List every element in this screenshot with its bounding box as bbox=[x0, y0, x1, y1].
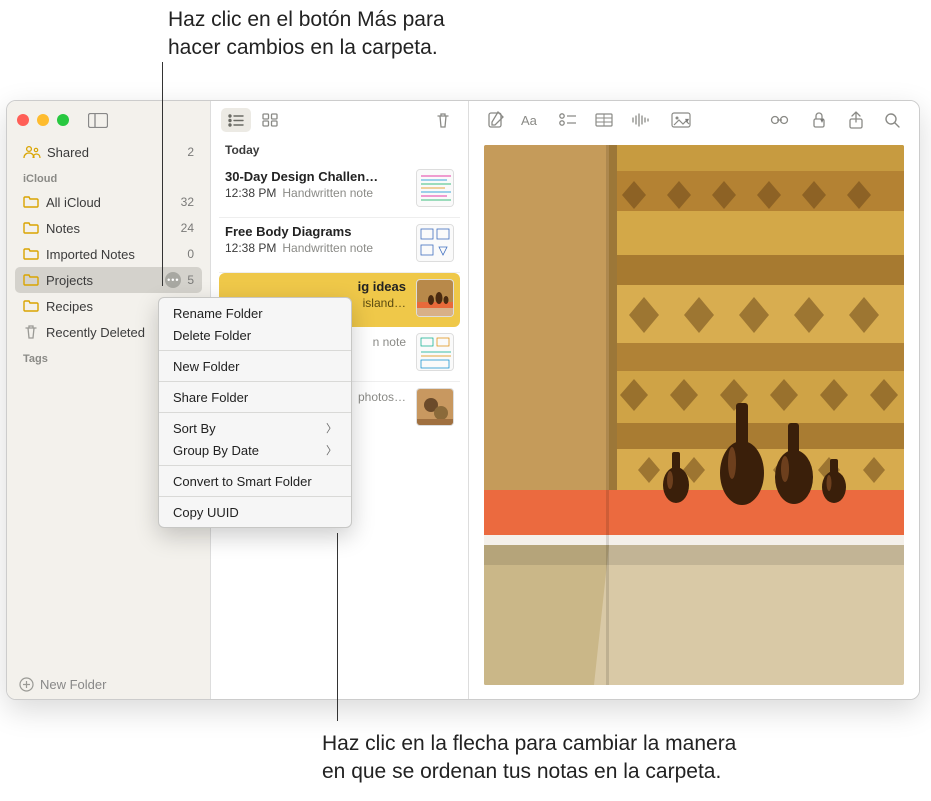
folder-context-menu: Rename Folder Delete Folder New Folder S… bbox=[158, 297, 352, 528]
compose-icon[interactable] bbox=[479, 108, 513, 132]
sidebar-item-projects[interactable]: Projects ••• 5 bbox=[15, 267, 202, 293]
sidebar-item-count: 5 bbox=[187, 273, 194, 287]
new-folder-label: New Folder bbox=[40, 677, 106, 692]
sidebar-toggle-icon[interactable] bbox=[88, 113, 108, 128]
sidebar-item-all-icloud[interactable]: All iCloud 32 bbox=[15, 189, 202, 215]
ctx-separator bbox=[159, 350, 351, 351]
zoom-window-button[interactable] bbox=[57, 114, 69, 126]
sidebar-item-count: 0 bbox=[187, 247, 194, 261]
callout-line-bottom bbox=[337, 533, 338, 721]
callout-top-text: Haz clic en el botón Más para hacer camb… bbox=[168, 6, 445, 63]
trash-icon bbox=[23, 324, 39, 340]
folder-icon bbox=[23, 196, 39, 208]
ctx-copy-uuid[interactable]: Copy UUID bbox=[159, 501, 351, 523]
ctx-separator bbox=[159, 381, 351, 382]
ctx-delete-folder[interactable]: Delete Folder bbox=[159, 324, 351, 346]
media-wave-icon[interactable] bbox=[623, 108, 657, 132]
close-window-button[interactable] bbox=[17, 114, 29, 126]
window-controls bbox=[17, 114, 69, 126]
sidebar-item-notes[interactable]: Notes 24 bbox=[15, 215, 202, 241]
ctx-rename-folder[interactable]: Rename Folder bbox=[159, 302, 351, 324]
sidebar-section-icloud: iCloud bbox=[15, 165, 202, 189]
share-icon[interactable] bbox=[839, 108, 873, 132]
more-icon[interactable]: ••• bbox=[165, 272, 181, 288]
note-title: 30-Day Design Challen… bbox=[225, 169, 406, 184]
chevron-down-icon: ▾ bbox=[820, 116, 824, 125]
app-window: Shared 2 iCloud All iCloud 32 Notes 24 I… bbox=[6, 100, 920, 700]
sidebar-item-count: 2 bbox=[187, 145, 194, 159]
svg-text:Aa: Aa bbox=[521, 113, 538, 128]
shared-icon bbox=[23, 145, 41, 159]
chevron-right-icon: 〉 bbox=[326, 420, 337, 436]
lock-icon[interactable]: ▾ bbox=[799, 108, 837, 132]
notes-list-toolbar bbox=[211, 101, 468, 139]
callout-line-top bbox=[162, 62, 163, 286]
note-editor-pane: Aa ▾ ▾ bbox=[469, 101, 919, 699]
sidebar-footer-new-folder[interactable]: New Folder bbox=[7, 669, 210, 699]
titlebar-left bbox=[7, 101, 210, 139]
link-icon[interactable] bbox=[763, 108, 797, 132]
ctx-convert-smart-folder[interactable]: Convert to Smart Folder bbox=[159, 470, 351, 492]
sidebar-item-label: Recently Deleted bbox=[46, 325, 145, 340]
minimize-window-button[interactable] bbox=[37, 114, 49, 126]
note-thumbnail bbox=[416, 388, 454, 426]
note-thumbnail bbox=[416, 169, 454, 207]
note-subtitle: 12:38 PMHandwritten note bbox=[225, 186, 406, 200]
sidebar-item-label: Imported Notes bbox=[46, 247, 135, 262]
delete-note-button[interactable] bbox=[428, 108, 458, 132]
checklist-icon[interactable] bbox=[551, 108, 585, 132]
note-content bbox=[469, 139, 919, 699]
search-icon[interactable] bbox=[875, 108, 909, 132]
note-title: Free Body Diagrams bbox=[225, 224, 406, 239]
image-icon[interactable]: ▾ bbox=[659, 108, 701, 132]
table-icon[interactable] bbox=[587, 108, 621, 132]
ctx-separator bbox=[159, 465, 351, 466]
sidebar-item-label: Recipes bbox=[46, 299, 93, 314]
sidebar-item-label: Shared bbox=[47, 145, 89, 160]
ctx-separator bbox=[159, 412, 351, 413]
plus-circle-icon bbox=[19, 677, 34, 692]
sidebar-item-label: Notes bbox=[46, 221, 80, 236]
folder-icon bbox=[23, 248, 39, 260]
ctx-group-by-date[interactable]: Group By Date〉 bbox=[159, 439, 351, 461]
note-subtitle: 12:38 PMHandwritten note bbox=[225, 241, 406, 255]
note-thumbnail bbox=[416, 333, 454, 371]
sidebar-item-count: 24 bbox=[181, 221, 194, 235]
sidebar-item-label: Projects bbox=[46, 273, 93, 288]
note-row[interactable]: 30-Day Design Challen… 12:38 PMHandwritt… bbox=[219, 163, 460, 218]
format-icon[interactable]: Aa bbox=[515, 108, 549, 132]
sidebar-item-label: All iCloud bbox=[46, 195, 101, 210]
note-image bbox=[484, 145, 904, 685]
note-row[interactable]: Free Body Diagrams 12:38 PMHandwritten n… bbox=[219, 218, 460, 273]
chevron-down-icon: ▾ bbox=[685, 116, 689, 125]
sidebar-item-imported-notes[interactable]: Imported Notes 0 bbox=[15, 241, 202, 267]
list-view-icon[interactable] bbox=[221, 108, 251, 132]
editor-toolbar: Aa ▾ ▾ bbox=[469, 101, 919, 139]
ctx-share-folder[interactable]: Share Folder bbox=[159, 386, 351, 408]
grid-view-icon[interactable] bbox=[255, 108, 285, 132]
sidebar-item-shared[interactable]: Shared 2 bbox=[15, 139, 202, 165]
folder-icon bbox=[23, 300, 39, 312]
notes-list-header: Today bbox=[219, 139, 460, 163]
note-thumbnail bbox=[416, 224, 454, 262]
folder-icon bbox=[23, 222, 39, 234]
chevron-right-icon: 〉 bbox=[326, 442, 337, 458]
sidebar-item-count: 32 bbox=[181, 195, 194, 209]
ctx-new-folder[interactable]: New Folder bbox=[159, 355, 351, 377]
folder-icon bbox=[23, 274, 39, 286]
ctx-separator bbox=[159, 496, 351, 497]
note-title: ig ideas bbox=[225, 279, 406, 294]
ctx-sort-by[interactable]: Sort By〉 bbox=[159, 417, 351, 439]
note-thumbnail bbox=[416, 279, 454, 317]
callout-bottom-text: Haz clic en la flecha para cambiar la ma… bbox=[322, 730, 736, 787]
